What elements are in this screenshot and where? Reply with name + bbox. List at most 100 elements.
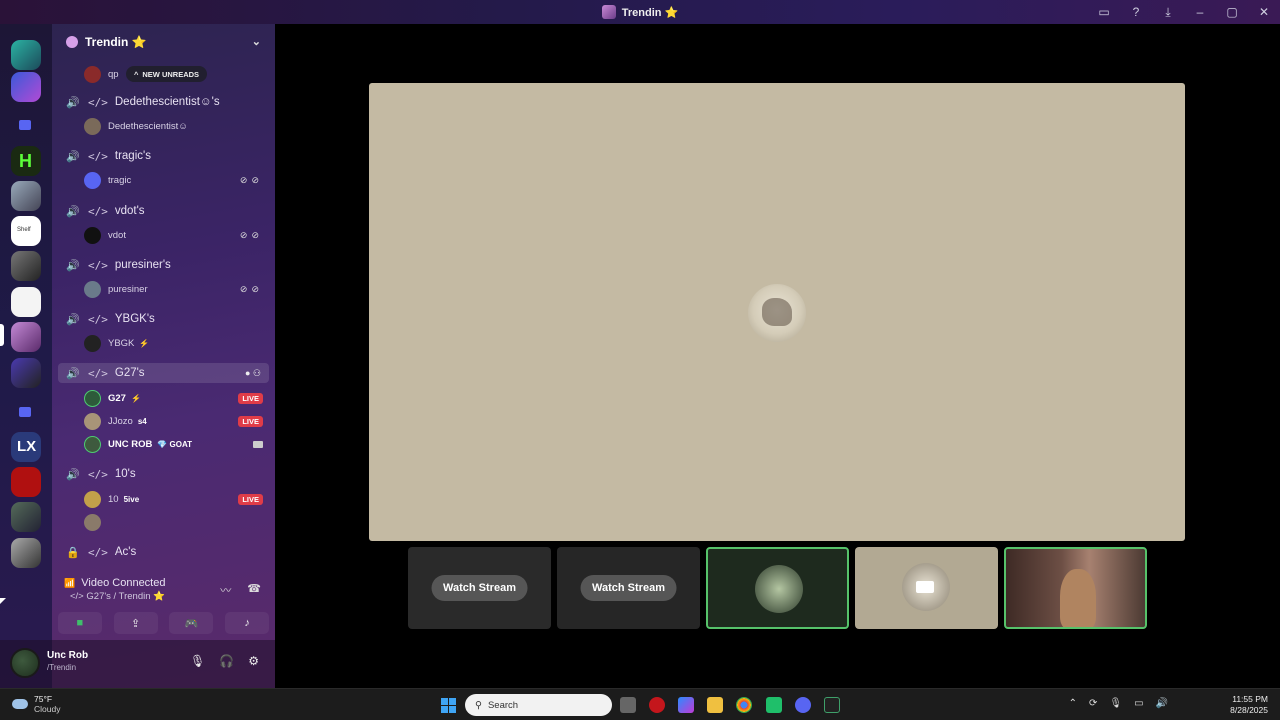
share-screen-button[interactable]: ⇪: [113, 612, 158, 634]
watch-stream-button[interactable]: Watch Stream: [431, 575, 528, 601]
chrome-icon[interactable]: [736, 697, 752, 713]
server-icon-2[interactable]: [11, 72, 41, 102]
voice-user[interactable]: tragic ⊘⊘: [52, 170, 275, 190]
voice-channel[interactable]: 🔊 </> puresiner's: [52, 255, 275, 275]
stream-tile[interactable]: Watch Stream: [408, 547, 551, 629]
app-icon[interactable]: [766, 697, 782, 713]
avatar: [748, 284, 806, 342]
muted-icons: ⊘⊘: [239, 174, 263, 185]
voice-channel-locked[interactable]: 🔒 </> Ac's: [52, 542, 275, 562]
voice-location[interactable]: </> G27's / Trendin ⭐: [70, 591, 165, 602]
user-name: 10: [108, 493, 119, 505]
new-unreads-label: NEW UNREADS: [142, 69, 200, 79]
voice-user[interactable]: UNC ROB 💎 GOAT: [52, 434, 275, 454]
task-view-icon[interactable]: [620, 697, 636, 713]
volume-icon[interactable]: 🔊: [1156, 698, 1168, 709]
participant-tile[interactable]: [706, 547, 849, 629]
speaker-icon: 🔊: [66, 259, 80, 272]
voice-user[interactable]: puresiner ⊘⊘: [52, 279, 275, 299]
user-name: vdot: [108, 229, 126, 241]
server-icon-9[interactable]: LX: [11, 432, 41, 462]
chevron-up-icon[interactable]: ⌃: [1069, 698, 1077, 709]
minimize-button[interactable]: –: [1184, 0, 1216, 24]
voice-channel-selected[interactable]: 🔊 </> G27's ● ⚇: [58, 363, 269, 383]
start-button[interactable]: [441, 698, 456, 713]
code-icon: </>: [88, 95, 108, 109]
code-icon: </>: [88, 467, 108, 481]
voice-user[interactable]: 10 5ive LIVE: [52, 489, 275, 509]
microphone-icon[interactable]: 🎙: [190, 654, 205, 668]
camera-button[interactable]: ■: [57, 612, 102, 634]
maximize-button[interactable]: ▢: [1216, 0, 1248, 24]
server-icon-6[interactable]: [11, 251, 41, 281]
soundboard-button[interactable]: ♪: [225, 612, 270, 634]
server-icon-4[interactable]: [11, 181, 41, 211]
headphones-icon[interactable]: 🎧: [219, 654, 234, 668]
voice-channel[interactable]: 🔊 </> tragic's: [52, 146, 275, 166]
disconnect-icon[interactable]: ☎: [247, 582, 261, 598]
channel-name: Ac's: [114, 546, 137, 558]
server-icon-7[interactable]: [11, 287, 41, 317]
voice-user[interactable]: G27 ⚡ LIVE: [52, 388, 275, 408]
taskbar-search[interactable]: ⚲ Search: [465, 694, 612, 716]
folder-icon-2[interactable]: [19, 407, 31, 417]
close-button[interactable]: ✕: [1248, 0, 1280, 24]
chevron-down-icon[interactable]: ⌄: [252, 35, 261, 48]
download-icon[interactable]: ⤓: [1152, 0, 1184, 24]
server-icon-1[interactable]: [11, 40, 41, 70]
participant-tile[interactable]: [855, 547, 998, 629]
speaker-icon: 🔊: [66, 468, 80, 481]
app-icon[interactable]: [649, 697, 665, 713]
gear-icon[interactable]: ⚙: [248, 654, 259, 668]
user-badge: ⚡: [139, 338, 150, 348]
server-icon-5[interactable]: Shelf: [11, 216, 41, 246]
file-explorer-icon[interactable]: [707, 697, 723, 713]
folder-icon[interactable]: [19, 120, 31, 130]
search-icon: ⚲: [475, 699, 482, 711]
chat-icon[interactable]: ● ⚇: [245, 368, 261, 379]
user-name: tragic: [108, 174, 132, 186]
new-unreads-pill[interactable]: ^ NEW UNREADS: [126, 66, 208, 82]
voice-channel[interactable]: 🔊 </> Dedethescientist☺'s: [52, 92, 275, 112]
code-icon: </>: [88, 149, 108, 163]
server-icon-8[interactable]: [11, 358, 41, 388]
voice-user[interactable]: vdot ⊘⊘: [52, 225, 275, 245]
weather-widget[interactable]: 75°F Cloudy: [12, 694, 60, 714]
voice-channel[interactable]: 🔊 </> vdot's: [52, 201, 275, 221]
terminal-icon[interactable]: [824, 697, 840, 713]
clock[interactable]: 11:55 PM 8/28/2025: [1230, 694, 1268, 716]
system-tray: ⌃ ⟳ 🎙 ▭ 🔊: [1069, 698, 1168, 709]
avatar: [84, 334, 101, 352]
noise-suppression-icon[interactable]: 〰: [220, 582, 231, 598]
server-icon-trendin[interactable]: [11, 322, 41, 352]
avatar[interactable]: [10, 648, 40, 678]
inbox-icon[interactable]: ▭: [1088, 0, 1120, 24]
participant-camera-tile[interactable]: [1004, 547, 1147, 629]
watch-stream-button[interactable]: Watch Stream: [580, 575, 677, 601]
voice-status-text: Video Connected: [81, 577, 166, 589]
muted-icons: ⊘⊘: [239, 229, 263, 240]
display-icon[interactable]: ▭: [1134, 698, 1143, 709]
help-icon[interactable]: ?: [1120, 0, 1152, 24]
voice-channel[interactable]: 🔊 </> 10's: [52, 464, 275, 484]
microphone-icon[interactable]: 🎙: [1109, 698, 1122, 709]
server-icon-11[interactable]: [11, 502, 41, 532]
activity-button[interactable]: 🎮: [169, 612, 214, 634]
voice-user[interactable]: JJozo s4 LIVE: [52, 411, 275, 431]
server-icon-12[interactable]: [11, 538, 41, 568]
voice-user[interactable]: Dedethescientist☺: [52, 116, 275, 136]
discord-icon[interactable]: [795, 697, 811, 713]
server-icon-10[interactable]: [11, 467, 41, 497]
server-icon-3[interactable]: H: [11, 146, 41, 176]
voice-user[interactable]: [52, 512, 275, 532]
voice-user[interactable]: YBGK ⚡: [52, 333, 275, 353]
stream-tile[interactable]: Watch Stream: [557, 547, 700, 629]
camera-feed: [1060, 569, 1096, 627]
live-badge: LIVE: [238, 415, 263, 427]
weather-desc: Cloudy: [34, 704, 61, 714]
user-name: qp: [108, 68, 119, 80]
server-header[interactable]: Trendin ⭐ ⌄: [52, 24, 275, 60]
sync-icon[interactable]: ⟳: [1089, 698, 1097, 709]
voice-channel[interactable]: 🔊 </> YBGK's: [52, 309, 275, 329]
copilot-icon[interactable]: [678, 697, 694, 713]
